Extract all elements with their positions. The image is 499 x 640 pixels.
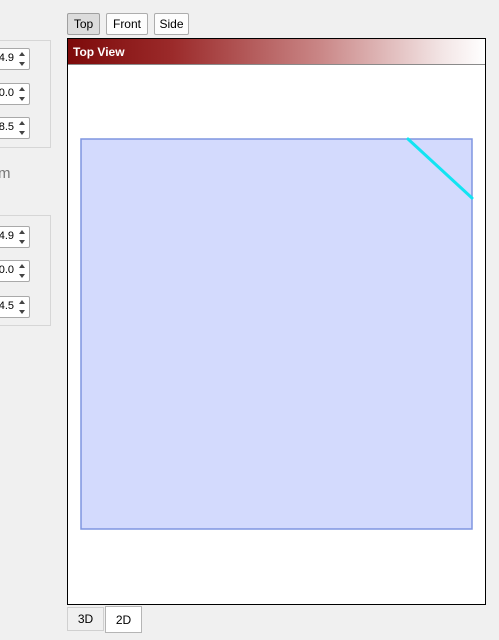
position-z-value: 8.5 (0, 121, 14, 133)
front-view-button[interactable]: Front (106, 13, 148, 35)
spin-arrows-icon[interactable] (16, 298, 28, 316)
spin-arrows-icon[interactable] (16, 262, 28, 280)
size-x-spinbox[interactable]: 4.9 (0, 226, 30, 248)
tab-3d[interactable]: 3D (67, 607, 104, 631)
position-z-spinbox[interactable]: 8.5 (0, 117, 30, 139)
size-group-box: 4.9 0.0 4.5 (0, 215, 51, 326)
position-group-box: 4.9 0.0 8.5 (0, 40, 51, 148)
spin-arrows-icon[interactable] (16, 228, 28, 246)
size-z-value: 4.5 (0, 300, 14, 312)
position-x-value: 4.9 (0, 52, 14, 64)
top-view-button[interactable]: Top (67, 13, 100, 35)
viewport-canvas[interactable] (68, 39, 485, 604)
spin-arrows-icon[interactable] (16, 85, 28, 103)
side-view-button[interactable]: Side (154, 13, 189, 35)
object-footprint[interactable] (80, 138, 473, 530)
spin-arrows-icon[interactable] (16, 50, 28, 68)
size-y-spinbox[interactable]: 0.0 (0, 260, 30, 282)
size-y-value: 0.0 (0, 264, 14, 276)
spin-arrows-icon[interactable] (16, 119, 28, 137)
position-y-value: 0.0 (0, 87, 14, 99)
size-z-spinbox[interactable]: 4.5 (0, 296, 30, 318)
size-x-value: 4.9 (0, 230, 14, 242)
position-x-spinbox[interactable]: 4.9 (0, 48, 30, 70)
tab-2d[interactable]: 2D (105, 606, 142, 633)
unit-label: m (0, 165, 11, 182)
top-view-viewport[interactable]: Top View (67, 38, 486, 605)
position-y-spinbox[interactable]: 0.0 (0, 83, 30, 105)
